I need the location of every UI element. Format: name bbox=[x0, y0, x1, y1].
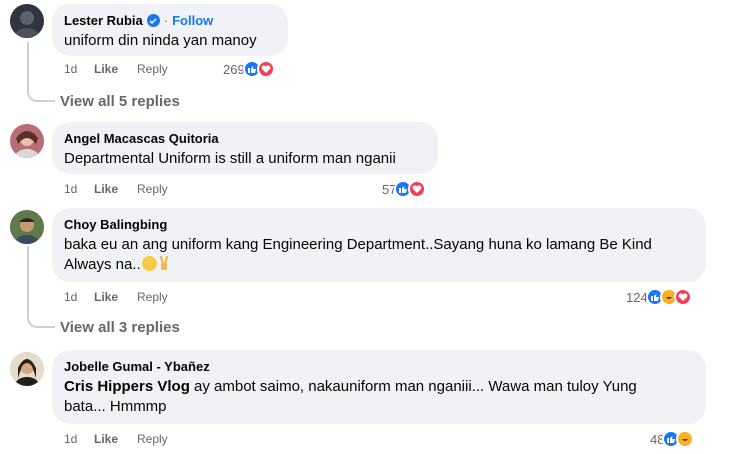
comment-text: uniform din ninda yan manoy bbox=[64, 32, 257, 49]
love-icon bbox=[408, 180, 427, 198]
comment-text-line2: bata... Hmmmp bbox=[64, 398, 167, 415]
reaction-summary[interactable]: 269 bbox=[223, 60, 275, 78]
view-replies-link[interactable]: View all 5 replies bbox=[60, 93, 180, 110]
avatar[interactable] bbox=[10, 4, 44, 38]
like-button[interactable]: Like bbox=[94, 432, 137, 446]
comment-actions: 1d Like Reply bbox=[64, 290, 168, 304]
comment-time[interactable]: 1d bbox=[64, 432, 94, 446]
comment-text-line2: Always na.. bbox=[64, 256, 141, 273]
comment-text-line1: ay ambot saimo, nakauniform man nganiii.… bbox=[189, 378, 637, 395]
comment-author: Choy Balingbing bbox=[64, 216, 694, 233]
thread-line bbox=[27, 246, 55, 328]
comment-bubble: Lester Rubia · Follow uniform din ninda … bbox=[52, 4, 288, 56]
comment-text: Departmental Uniform is still a uniform … bbox=[64, 150, 396, 167]
comment-actions: 1d Like Reply bbox=[64, 182, 168, 196]
reaction-summary[interactable]: 48 bbox=[650, 430, 695, 448]
comment-bubble: Choy Balingbing baka eu an ang uniform k… bbox=[52, 208, 706, 282]
view-replies-link[interactable]: View all 3 replies bbox=[60, 319, 180, 336]
comment-text: Cris Hippers Vlog ay ambot saimo, nakaun… bbox=[64, 377, 694, 397]
like-button[interactable]: Like bbox=[94, 182, 137, 196]
comment-text: baka eu an ang uniform kang Engineering … bbox=[64, 236, 652, 253]
victory-hand-icon bbox=[159, 255, 169, 271]
comment-text-continued: Always na.. bbox=[64, 255, 694, 275]
avatar[interactable] bbox=[10, 124, 44, 158]
reply-button[interactable]: Reply bbox=[137, 290, 168, 304]
author-name[interactable]: Angel Macascas Quitoria bbox=[64, 130, 219, 147]
reply-button[interactable]: Reply bbox=[137, 62, 168, 76]
comment-bubble: Jobelle Gumal - Ybañez Cris Hippers Vlog… bbox=[52, 350, 706, 424]
thread-line bbox=[27, 42, 55, 102]
author-name[interactable]: Choy Balingbing bbox=[64, 216, 167, 233]
separator: · bbox=[163, 13, 169, 28]
author-name[interactable]: Jobelle Gumal - Ybañez bbox=[64, 358, 210, 375]
comment-author: Lester Rubia · Follow bbox=[64, 12, 276, 29]
comment-time[interactable]: 1d bbox=[64, 62, 94, 76]
reaction-summary[interactable]: 57 bbox=[382, 180, 427, 198]
comment-actions: 1d Like Reply bbox=[64, 62, 168, 76]
haha-icon bbox=[676, 430, 695, 448]
like-button[interactable]: Like bbox=[94, 62, 137, 76]
reaction-summary[interactable]: 124 bbox=[626, 288, 692, 306]
reaction-count: 124 bbox=[626, 289, 648, 305]
mention-link[interactable]: Cris Hippers Vlog bbox=[64, 378, 190, 395]
comment-author: Jobelle Gumal - Ybañez bbox=[64, 358, 694, 375]
love-icon bbox=[256, 60, 275, 78]
verified-badge-icon bbox=[146, 14, 160, 27]
comment-time[interactable]: 1d bbox=[64, 182, 94, 196]
reply-button[interactable]: Reply bbox=[137, 182, 168, 196]
comment-author: Angel Macascas Quitoria bbox=[64, 130, 426, 147]
love-icon bbox=[673, 288, 692, 306]
like-button[interactable]: Like bbox=[94, 290, 137, 304]
comment-time[interactable]: 1d bbox=[64, 290, 94, 304]
comment-actions: 1d Like Reply bbox=[64, 432, 168, 446]
avatar[interactable] bbox=[10, 352, 44, 386]
follow-button[interactable]: Follow bbox=[172, 12, 213, 29]
reaction-count: 269 bbox=[223, 61, 245, 77]
author-name[interactable]: Lester Rubia bbox=[64, 12, 143, 29]
laughing-emoji-icon bbox=[141, 256, 157, 271]
avatar[interactable] bbox=[10, 210, 44, 244]
comment-bubble: Angel Macascas Quitoria Departmental Uni… bbox=[52, 122, 438, 174]
reply-button[interactable]: Reply bbox=[137, 432, 168, 446]
